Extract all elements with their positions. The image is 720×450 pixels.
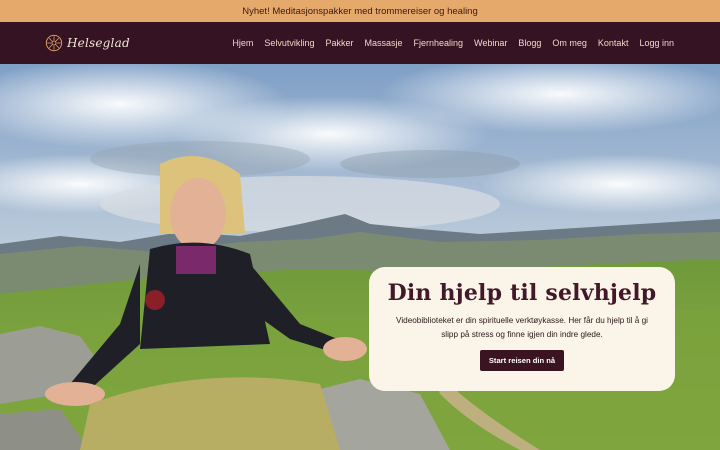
hero-background-image — [0, 64, 720, 450]
brand-logo[interactable]: Helseglad — [45, 34, 130, 52]
announcement-bar: Nyhet! Meditasjonspakker med trommereise… — [0, 0, 720, 22]
sun-flower-icon — [45, 34, 63, 52]
nav-item-om-meg[interactable]: Om meg — [552, 38, 587, 48]
top-navigation: Helseglad Hjem Selvutvikling Pakker Mass… — [0, 22, 720, 64]
nav-item-webinar[interactable]: Webinar — [474, 38, 507, 48]
hero-description: Videobiblioteket er din spirituelle verk… — [396, 316, 648, 339]
nav-item-pakker[interactable]: Pakker — [325, 38, 353, 48]
brand-name: Helseglad — [67, 36, 130, 50]
start-journey-button[interactable]: Start reisen din nå — [479, 350, 565, 371]
nav-item-massasje[interactable]: Massasje — [364, 38, 402, 48]
announcement-text: Nyhet! Meditasjonspakker med trommereise… — [242, 5, 478, 17]
nav-item-fjernhealing[interactable]: Fjernhealing — [413, 38, 463, 48]
nav-item-hjem[interactable]: Hjem — [232, 38, 253, 48]
nav-item-kontakt[interactable]: Kontakt — [598, 38, 629, 48]
hero-title: Din hjelp til selvhjelp — [387, 280, 657, 306]
hero-card: Din hjelp til selvhjelp Videobiblioteket… — [369, 267, 675, 391]
main-menu: Hjem Selvutvikling Pakker Massasje Fjern… — [232, 38, 674, 48]
nav-item-blogg[interactable]: Blogg — [518, 38, 541, 48]
nav-item-selvutvikling[interactable]: Selvutvikling — [264, 38, 314, 48]
hero-section: Din hjelp til selvhjelp Videobiblioteket… — [0, 64, 720, 450]
nav-item-logg-inn[interactable]: Logg inn — [639, 38, 674, 48]
